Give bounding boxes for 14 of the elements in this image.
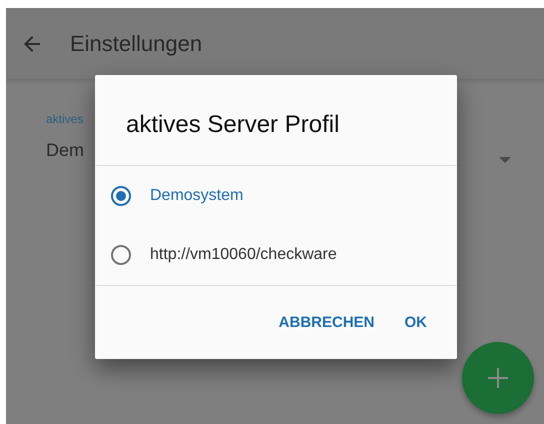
radio-button[interactable] [111,186,131,206]
plus-icon [488,368,508,388]
screen-title: Einstellungen [70,30,202,56]
dialog-button[interactable]: ABBRECHEN [270,306,382,339]
dialog-button[interactable]: OK [396,306,435,339]
dialog-title: aktives Server Profil [95,75,457,166]
field-label: aktives [46,112,84,126]
radio-option[interactable]: http://vm10060/checkware [95,226,457,285]
option-label: http://vm10060/checkware [150,246,337,264]
option-label: Demosystem [150,186,244,205]
radio-option[interactable]: Demosystem [95,166,457,226]
dropdown-value[interactable]: Dem [46,140,84,161]
radio-button[interactable] [111,245,131,266]
dropdown-caret-icon[interactable] [499,157,511,163]
